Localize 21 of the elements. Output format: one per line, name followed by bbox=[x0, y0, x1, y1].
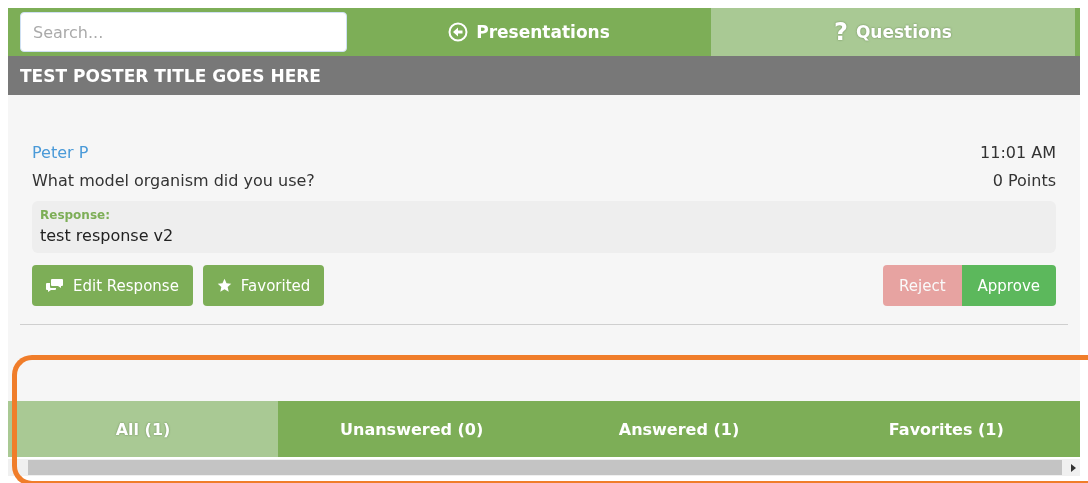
search-field[interactable]: Search... bbox=[20, 12, 347, 52]
question-mark-icon: ? bbox=[834, 18, 848, 46]
approve-button[interactable]: Approve bbox=[961, 265, 1056, 306]
response-text: test response v2 bbox=[40, 225, 175, 247]
points-count: 0 Points bbox=[992, 170, 1056, 192]
author-name[interactable]: Peter P bbox=[32, 139, 89, 167]
filter-tab[interactable]: Answered (1) bbox=[545, 401, 813, 457]
scrollbar-thumb[interactable] bbox=[28, 460, 1062, 475]
star-icon bbox=[216, 278, 232, 293]
edit-response-button[interactable]: Edit Response bbox=[32, 265, 193, 306]
favorite-button[interactable]: Favorited bbox=[202, 265, 325, 306]
chat-bubbles-icon bbox=[46, 278, 64, 293]
nav-tab[interactable]: ? Questions bbox=[711, 8, 1075, 56]
scroll-right-icon[interactable] bbox=[1071, 463, 1076, 472]
filter-tab[interactable]: Unanswered (0) bbox=[278, 401, 546, 457]
question-time: 11:01 AM bbox=[980, 142, 1056, 164]
response-label: Response: bbox=[40, 207, 111, 223]
filter-tab[interactable]: All (1) bbox=[8, 401, 278, 457]
poster-title: TEST POSTER TITLE GOES HERE bbox=[20, 65, 321, 86]
filter-tab[interactable]: Favorites (1) bbox=[812, 401, 1080, 457]
question-text: What model organism did you use? bbox=[32, 170, 315, 192]
